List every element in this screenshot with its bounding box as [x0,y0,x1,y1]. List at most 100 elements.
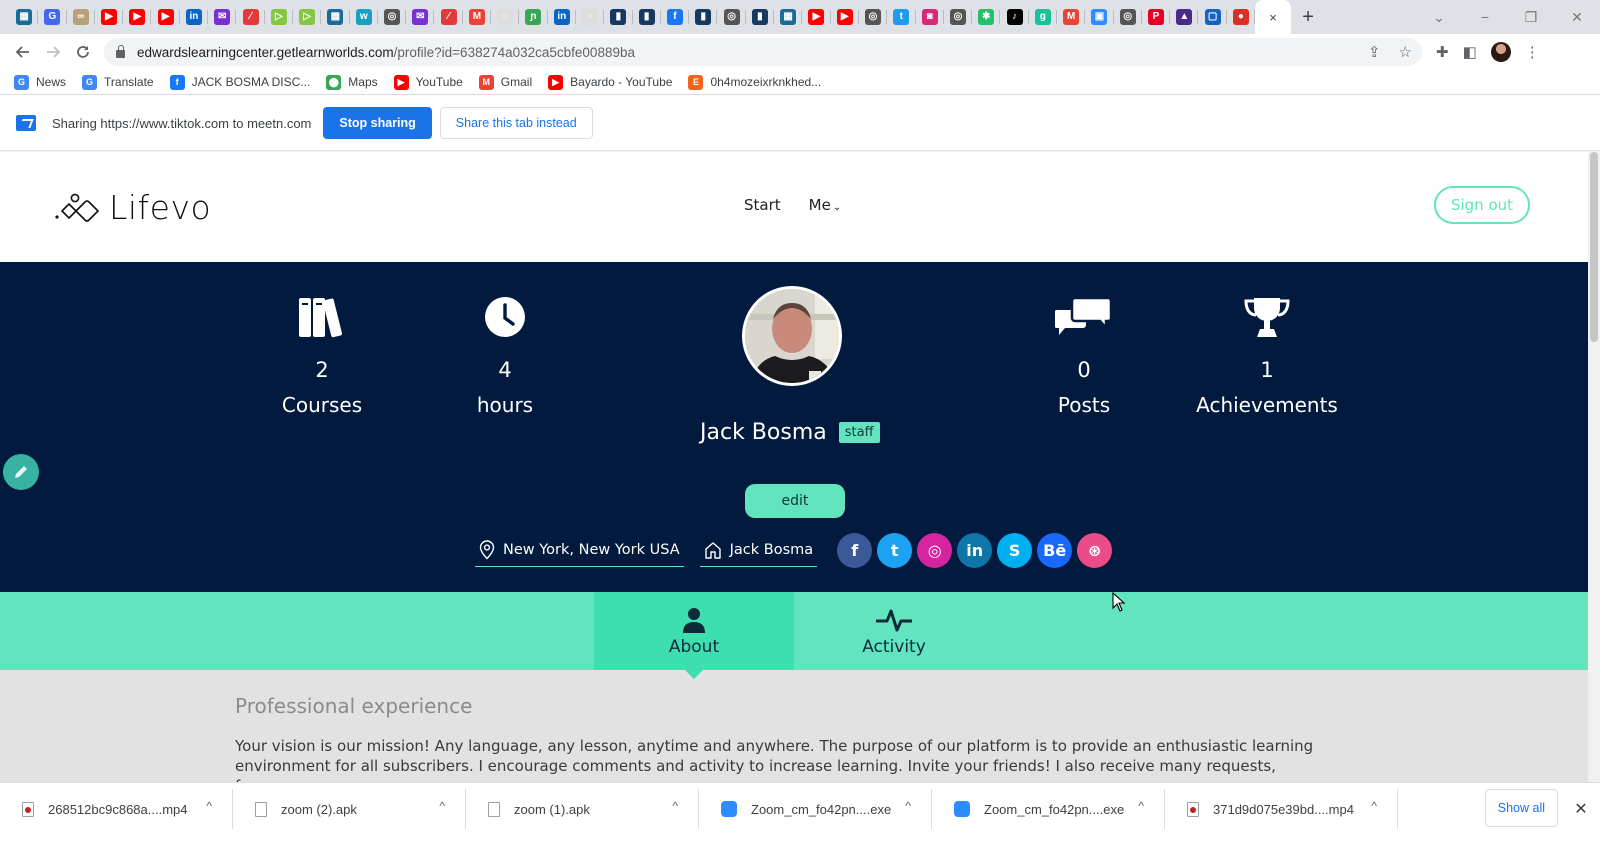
minimize-button[interactable]: − [1462,9,1508,25]
profile-avatar[interactable] [1490,42,1511,62]
browser-tab[interactable]: ▶ [95,0,124,34]
chevron-up-icon[interactable]: ^ [439,799,445,813]
bookmark-item[interactable]: G Translate [82,74,154,90]
browser-tab[interactable]: ▮ [689,0,718,34]
download-item[interactable]: Zoom_cm_fo42pn....exe ^ [932,789,1165,829]
stop-sharing-button[interactable]: Stop sharing [323,107,432,139]
share-this-tab-button[interactable]: Share this tab instead [439,107,593,139]
behance-icon[interactable]: Bē [1037,533,1073,568]
bookmark-item[interactable]: f JACK BOSMA DISC... [169,74,310,90]
new-tab-button[interactable]: + [1291,0,1325,34]
browser-tab[interactable]: ○ [491,0,520,34]
download-item[interactable]: 371d9d075e39bd....mp4 ^ [1165,789,1398,829]
browser-tab[interactable]: ▲ [1170,0,1199,34]
browser-tab[interactable]: ▮ [604,0,633,34]
browser-tab[interactable]: ✱ [972,0,1001,34]
browser-tab[interactable]: M [1057,0,1086,34]
scrollbar-thumb[interactable] [1590,152,1598,342]
chevron-up-icon[interactable]: ^ [672,799,678,813]
forward-button[interactable] [38,37,68,67]
side-panel-icon[interactable]: ◧ [1463,43,1477,61]
chevron-up-icon[interactable]: ^ [1371,799,1377,813]
browser-tab[interactable]: ◎ [1114,0,1143,34]
browser-tab[interactable]: ▶ [151,0,181,34]
browser-tab[interactable]: ○ [576,0,605,34]
browser-tab[interactable]: ⁄ [434,0,464,34]
browser-tab[interactable]: ⁄ [236,0,265,34]
browser-tab[interactable]: ɲ [519,0,548,34]
browser-tab[interactable]: g [1029,0,1058,34]
browser-tab[interactable]: ✉ [208,0,237,34]
chevron-up-icon[interactable]: ^ [1138,799,1144,813]
browser-tab[interactable]: ◎ [859,0,888,34]
browser-tab[interactable]: ▶ [831,0,860,34]
chevron-up-icon[interactable]: ^ [905,799,911,813]
browser-tab[interactable]: ▷ [293,0,322,34]
browser-tab[interactable]: ◎ [944,0,973,34]
extensions-puzzle-icon[interactable]: ✚ [1436,43,1449,61]
share-page-icon[interactable]: ⇪ [1368,43,1381,61]
browser-tab[interactable]: ▦ [10,0,39,34]
bookmark-item[interactable]: ▶ YouTube [393,74,463,90]
browser-tab[interactable]: w [350,0,379,34]
address-bar[interactable]: edwardslearningcenter.getlearnworlds.com… [104,38,1422,66]
browser-tab[interactable]: ✉ [406,0,435,34]
close-downloads-button[interactable]: ✕ [1566,789,1596,829]
download-item[interactable]: 268512bc9c868a....mp4 ^ [0,789,233,829]
browser-tab[interactable]: ♪ [1000,0,1029,34]
facebook-icon[interactable]: f [837,533,873,568]
profile-avatar-photo[interactable] [742,286,842,386]
browser-tab-active[interactable]: × [1255,0,1292,34]
site-logo[interactable]: Lifevo [55,188,211,227]
tab-search-button[interactable]: ⌄ [1416,9,1462,26]
instagram-icon[interactable]: ◎ [917,533,953,568]
edit-profile-button[interactable]: edit [745,484,845,518]
browser-tab[interactable]: in [180,0,209,34]
close-tab-icon[interactable]: × [1269,10,1277,25]
browser-tab[interactable]: ◙ [916,0,945,34]
browser-tab[interactable]: ▦ [774,0,803,34]
close-window-button[interactable]: ✕ [1554,9,1600,26]
bookmark-item[interactable]: M Gmail [478,74,532,90]
browser-tab[interactable]: P [1142,0,1171,34]
browser-tab[interactable]: ● [1227,0,1256,34]
browser-tab[interactable]: ◎ [717,0,747,34]
sign-out-button[interactable]: Sign out [1434,186,1530,224]
browser-tab[interactable]: ▮ [746,0,775,34]
browser-tab[interactable]: G [38,0,67,34]
skype-icon[interactable]: S [997,533,1033,568]
browser-tab[interactable]: ▢ [1198,0,1228,34]
tab-activity[interactable]: Activity [794,592,994,670]
browser-tab[interactable]: ◎ [378,0,407,34]
nav-start[interactable]: Start [744,196,781,214]
browser-tab[interactable]: ▮ [633,0,662,34]
url-text[interactable]: edwardslearningcenter.getlearnworlds.com… [137,45,635,60]
browser-tab[interactable]: t [887,0,916,34]
tab-about[interactable]: About [594,592,794,670]
location-link[interactable]: New York, New York USA [475,539,684,567]
restore-button[interactable]: ❐ [1508,9,1554,26]
browser-tab[interactable]: M [463,0,492,34]
download-item[interactable]: Zoom_cm_fo42pn....exe ^ [699,789,932,829]
browser-tab[interactable]: ▣ [1085,0,1114,34]
download-item[interactable]: zoom (2).apk ^ [233,789,466,829]
browser-tab[interactable]: f [661,0,690,34]
browser-tab[interactable]: ▶ [123,0,152,34]
bookmark-item[interactable]: G News [14,74,66,90]
twitter-icon[interactable]: t [877,533,913,568]
chevron-up-icon[interactable]: ^ [206,799,212,813]
download-item[interactable]: zoom (1).apk ^ [466,789,699,829]
bookmark-item[interactable]: E 0h4mozeixrknkhed... [688,74,821,90]
bookmark-item[interactable]: ⬤ Maps [326,74,378,90]
browser-tab[interactable]: ▦ [321,0,350,34]
reload-button[interactable] [68,37,98,67]
linkedin-icon[interactable]: in [957,533,993,568]
page-scrollbar[interactable] [1588,152,1600,782]
nav-me[interactable]: Me ⌄ [809,196,842,214]
bookmark-item[interactable]: ▶ Bayardo - YouTube [548,74,672,90]
menu-kebab-icon[interactable]: ⋮ [1525,43,1540,61]
dribbble-icon[interactable]: ⊛ [1077,533,1113,568]
browser-tab[interactable]: ▷ [265,0,294,34]
home-link[interactable]: Jack Bosma [699,539,818,567]
show-all-downloads-button[interactable]: Show all [1484,789,1558,827]
